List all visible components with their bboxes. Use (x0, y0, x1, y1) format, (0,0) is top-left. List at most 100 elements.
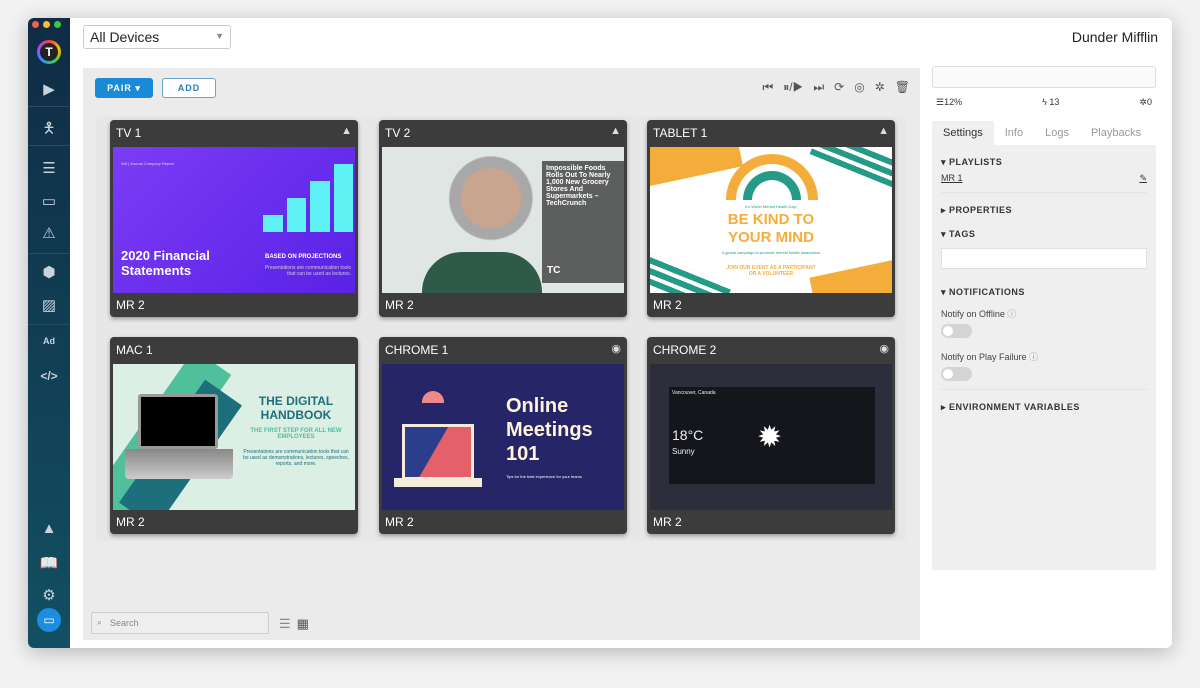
fingerprint-icon[interactable]: ◎ (854, 80, 864, 95)
divider (28, 253, 70, 254)
tags-section-toggle[interactable]: ▾ TAGS (941, 221, 1147, 245)
device-name: CHROME 1 (385, 343, 449, 357)
screen-thumbnail[interactable]: WA | Annual Company Report 2020 Financia… (113, 147, 355, 293)
properties-section-toggle[interactable]: ▸ PROPERTIES (941, 193, 1147, 221)
database-icon: ☰ (936, 97, 945, 107)
environment-variables-section-toggle[interactable]: ▸ ENVIRONMENT VARIABLES (941, 390, 1147, 418)
kiosk-person-icon[interactable]: 🯅 (28, 118, 70, 143)
toolbar: ⏮ ⏸/▶ ⏭ ⟳ ◎ ✲ 🗑 (762, 80, 910, 95)
sidebar: T ▶ 🯅 ☰ ▭ ⚠ ⬢ ▨ Ad </> ▲ 📖 ⚙ ▭ (28, 18, 70, 648)
notify-play-failure-toggle[interactable] (941, 367, 972, 381)
chart-bar (310, 181, 330, 232)
device-name: TABLET 1 (653, 126, 708, 140)
chart-bar (286, 198, 306, 232)
playlist-label: MR 2 (116, 515, 145, 529)
chevron-down-icon: ▼ (215, 31, 224, 41)
device-filter-select[interactable]: All Devices ▼ (83, 25, 231, 49)
screen-thumbnail[interactable]: THE DIGITAL HANDBOOK THE FIRST STEP FOR … (113, 364, 355, 510)
search-input[interactable]: ⌕ Search (91, 612, 269, 634)
tab-settings[interactable]: Settings (932, 121, 994, 145)
screen-thumbnail[interactable]: Online Meetings 101 Tips for the best ex… (382, 364, 624, 510)
devices-area: PAIR ▾ ADD ⏮ ⏸/▶ ⏭ ⟳ ◎ ✲ 🗑 TV 1 ▲ WA | An… (83, 68, 920, 640)
divider (28, 106, 70, 107)
list-icon[interactable]: ☰ (28, 159, 70, 177)
help-icon[interactable]: ⓘ (1029, 352, 1038, 362)
pair-button[interactable]: PAIR ▾ (95, 78, 153, 98)
playlist-label: MR 2 (653, 298, 682, 312)
screen-thumbnail[interactable]: It's World Mental Health Day! BE KIND TO… (650, 147, 892, 293)
trash-icon[interactable]: 🗑 (895, 80, 910, 95)
device-name: MAC 1 (116, 343, 153, 357)
account-logo[interactable]: T (37, 40, 61, 64)
bolt-icon: ϟ (1042, 97, 1047, 107)
box-icon[interactable]: ⬢ (28, 263, 70, 281)
notify-offline-label: Notify on Offline (941, 309, 1005, 319)
ad-icon[interactable]: Ad (28, 336, 70, 346)
screen-thumbnail[interactable]: Impossible Foods Rolls Out To Nearly 1,0… (382, 147, 624, 293)
monitor-icon[interactable]: ▭ (28, 192, 70, 210)
chat-icon[interactable]: ▭ (37, 608, 61, 632)
notify-offline-toggle[interactable] (941, 324, 972, 338)
device-card[interactable]: CHROME 1 ◉ Online Meetings 101 Tips for t… (379, 337, 627, 534)
playlist-label: MR 2 (385, 515, 414, 529)
device-name: CHROME 2 (653, 343, 717, 357)
tab-info[interactable]: Info (994, 121, 1034, 145)
notifications-section-toggle[interactable]: ▾ NOTIFICATIONS (941, 269, 1147, 303)
window-controls (32, 21, 61, 28)
pause-play-icon[interactable]: ⏸/▶ (783, 80, 803, 95)
book-icon[interactable]: 📖 (28, 554, 70, 572)
image-icon[interactable]: ▨ (28, 296, 70, 314)
grid-view-icon[interactable]: ▦ (297, 616, 309, 632)
search-icon: ⌕ (97, 617, 103, 627)
android-icon: ▲ (341, 125, 352, 137)
device-card[interactable]: TV 1 ▲ WA | Annual Company Report 2020 Fi… (110, 120, 358, 317)
chart-bar (263, 215, 283, 232)
playlist-label: MR 2 (653, 515, 682, 529)
android-icon: ▲ (610, 125, 621, 137)
storage-stat: ☰12% (936, 97, 963, 107)
bug-icon: ✲ (1139, 97, 1147, 107)
playlist-label: MR 2 (385, 298, 414, 312)
tab-playbacks[interactable]: Playbacks (1080, 121, 1152, 145)
chrome-icon: ◉ (611, 343, 621, 355)
device-grid: TV 1 ▲ WA | Annual Company Report 2020 Fi… (96, 116, 906, 541)
add-button[interactable]: ADD (162, 78, 216, 98)
screen-thumbnail[interactable]: Vancouver, Canada 18°C Sunny ✹ (650, 364, 892, 510)
list-view-icon[interactable]: ☰ (279, 616, 291, 632)
pencil-icon[interactable]: ✎ (1139, 173, 1147, 184)
tags-input[interactable] (941, 248, 1147, 269)
help-icon[interactable]: ⓘ (1007, 309, 1016, 319)
device-name: TV 1 (116, 126, 142, 140)
view-toggle: ☰ ▦ (279, 616, 309, 632)
road-icon[interactable]: ▲ (28, 520, 70, 537)
minimize-button[interactable] (43, 21, 50, 28)
device-name-input[interactable] (932, 66, 1156, 88)
device-card[interactable]: TV 2 ▲ Impossible Foods Rolls Out To Near… (379, 120, 627, 317)
detail-tabs: Settings Info Logs Playbacks (932, 121, 1156, 145)
skip-back-icon[interactable]: ⏮ (762, 80, 773, 95)
chart-bar (333, 164, 353, 232)
power-stat: ϟ 13 (1042, 97, 1060, 107)
device-name: TV 2 (385, 126, 411, 140)
close-button[interactable] (32, 21, 39, 28)
divider (28, 145, 70, 146)
divider (28, 324, 70, 325)
device-card[interactable]: TABLET 1 ▲ It's World Mental Health Day! … (647, 120, 895, 317)
bug-icon[interactable]: ✲ (875, 80, 885, 95)
tab-logs[interactable]: Logs (1034, 121, 1080, 145)
play-icon[interactable]: ▶ (28, 80, 70, 98)
refresh-icon[interactable]: ⟳ (834, 80, 844, 95)
maximize-button[interactable] (54, 21, 61, 28)
skip-forward-icon[interactable]: ⏭ (813, 80, 824, 95)
warning-icon[interactable]: ⚠ (28, 224, 70, 242)
device-card[interactable]: MAC 1 THE DIGITAL HANDBOOK THE FIRST STE… (110, 337, 358, 534)
company-name: Dunder Mifflin (1071, 29, 1158, 45)
device-details-panel: ☰12% ϟ 13 ✲0 Settings Info Logs Playback… (932, 66, 1156, 570)
gear-icon[interactable]: ⚙ (28, 586, 70, 604)
code-icon[interactable]: </> (28, 369, 70, 383)
playlist-label: MR 2 (116, 298, 145, 312)
playlists-section-toggle[interactable]: ▾ PLAYLISTS (941, 145, 1147, 173)
playlist-link[interactable]: MR 1 (941, 173, 963, 184)
chrome-icon: ◉ (879, 343, 889, 355)
device-card[interactable]: CHROME 2 ◉ Vancouver, Canada 18°C Sunny ✹… (647, 337, 895, 534)
